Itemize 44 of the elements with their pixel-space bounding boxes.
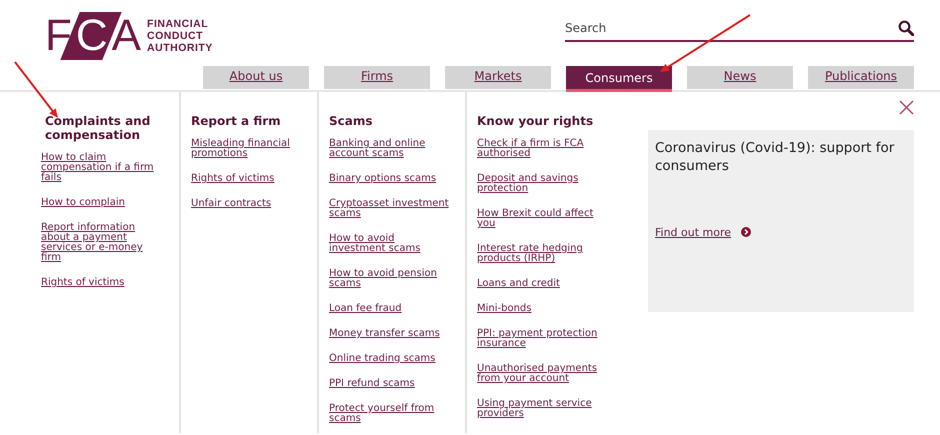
menu-link[interactable]: Loan fee fraud [329, 304, 451, 314]
close-icon[interactable] [899, 100, 914, 115]
menu-link[interactable]: PPI: payment protection insurance [477, 329, 599, 349]
menu-link[interactable]: How to complain [41, 198, 161, 208]
search-field[interactable]: Search [565, 19, 898, 37]
menu-link[interactable]: How Brexit could affect you [477, 209, 599, 229]
menu-link[interactable]: Rights of victims [191, 174, 313, 184]
logo-text: FINANCIAL CONDUCT AUTHORITY [147, 18, 213, 54]
menu-link[interactable]: How to claim compensation if a firm fails [41, 153, 161, 183]
menu-link[interactable]: How to avoid investment scams [329, 234, 451, 254]
nav-tab[interactable]: News [687, 66, 793, 89]
menu-link[interactable]: Banking and online account scams [329, 139, 451, 159]
menu-link[interactable]: Deposit and savings protection [477, 174, 599, 194]
promo-title: Coronavirus (Covid-19): support for consumers [655, 139, 896, 175]
column-heading: Know your rights [477, 114, 594, 128]
menu-link[interactable]: Misleading financial promotions [191, 139, 313, 159]
nav-tab[interactable]: Markets [445, 66, 551, 89]
nav-tab[interactable]: Publications [808, 66, 914, 89]
column-heading: Complaints and compensation [44, 114, 151, 142]
nav-tab[interactable]: Consumers [566, 66, 672, 92]
menu-link[interactable]: Mini-bonds [477, 304, 599, 314]
nav-tab[interactable]: Firms [324, 66, 430, 89]
column-heading: Scams [329, 114, 374, 128]
menu-link[interactable]: Unfair contracts [191, 199, 313, 209]
menu-link[interactable]: Using payment service providers [477, 399, 599, 419]
menu-link[interactable]: Check if a firm is FCA authorised [477, 139, 599, 159]
menu-link[interactable]: Protect yourself from scams [329, 404, 451, 424]
menu-link[interactable]: Money transfer scams [329, 329, 451, 339]
logo[interactable]: FCA [45, 14, 140, 58]
menu-link[interactable]: How to avoid pension scams [329, 269, 451, 289]
nav-tab[interactable]: About us [203, 66, 309, 89]
menu-link[interactable]: Interest rate hedging products (IRHP) [477, 244, 599, 264]
menu-link[interactable]: Loans and credit [477, 279, 599, 289]
menu-link[interactable]: Report information about a payment services or e-money firm [41, 223, 161, 263]
menu-link[interactable]: PPI refund scams [329, 379, 451, 389]
menu-link[interactable]: Binary options scams [329, 174, 451, 184]
menu-link[interactable]: Rights of victims [41, 278, 161, 288]
menu-link[interactable]: Cryptoasset investment scams [329, 199, 451, 219]
find-out-more-link[interactable]: Find out more [655, 226, 732, 239]
chevron-circle-icon[interactable] [741, 227, 752, 237]
column-heading: Report a firm [191, 114, 282, 128]
menu-link[interactable]: Online trading scams [329, 354, 451, 364]
menu-link[interactable]: Unauthorised payments from your account [477, 364, 599, 384]
search-icon[interactable] [898, 20, 914, 36]
